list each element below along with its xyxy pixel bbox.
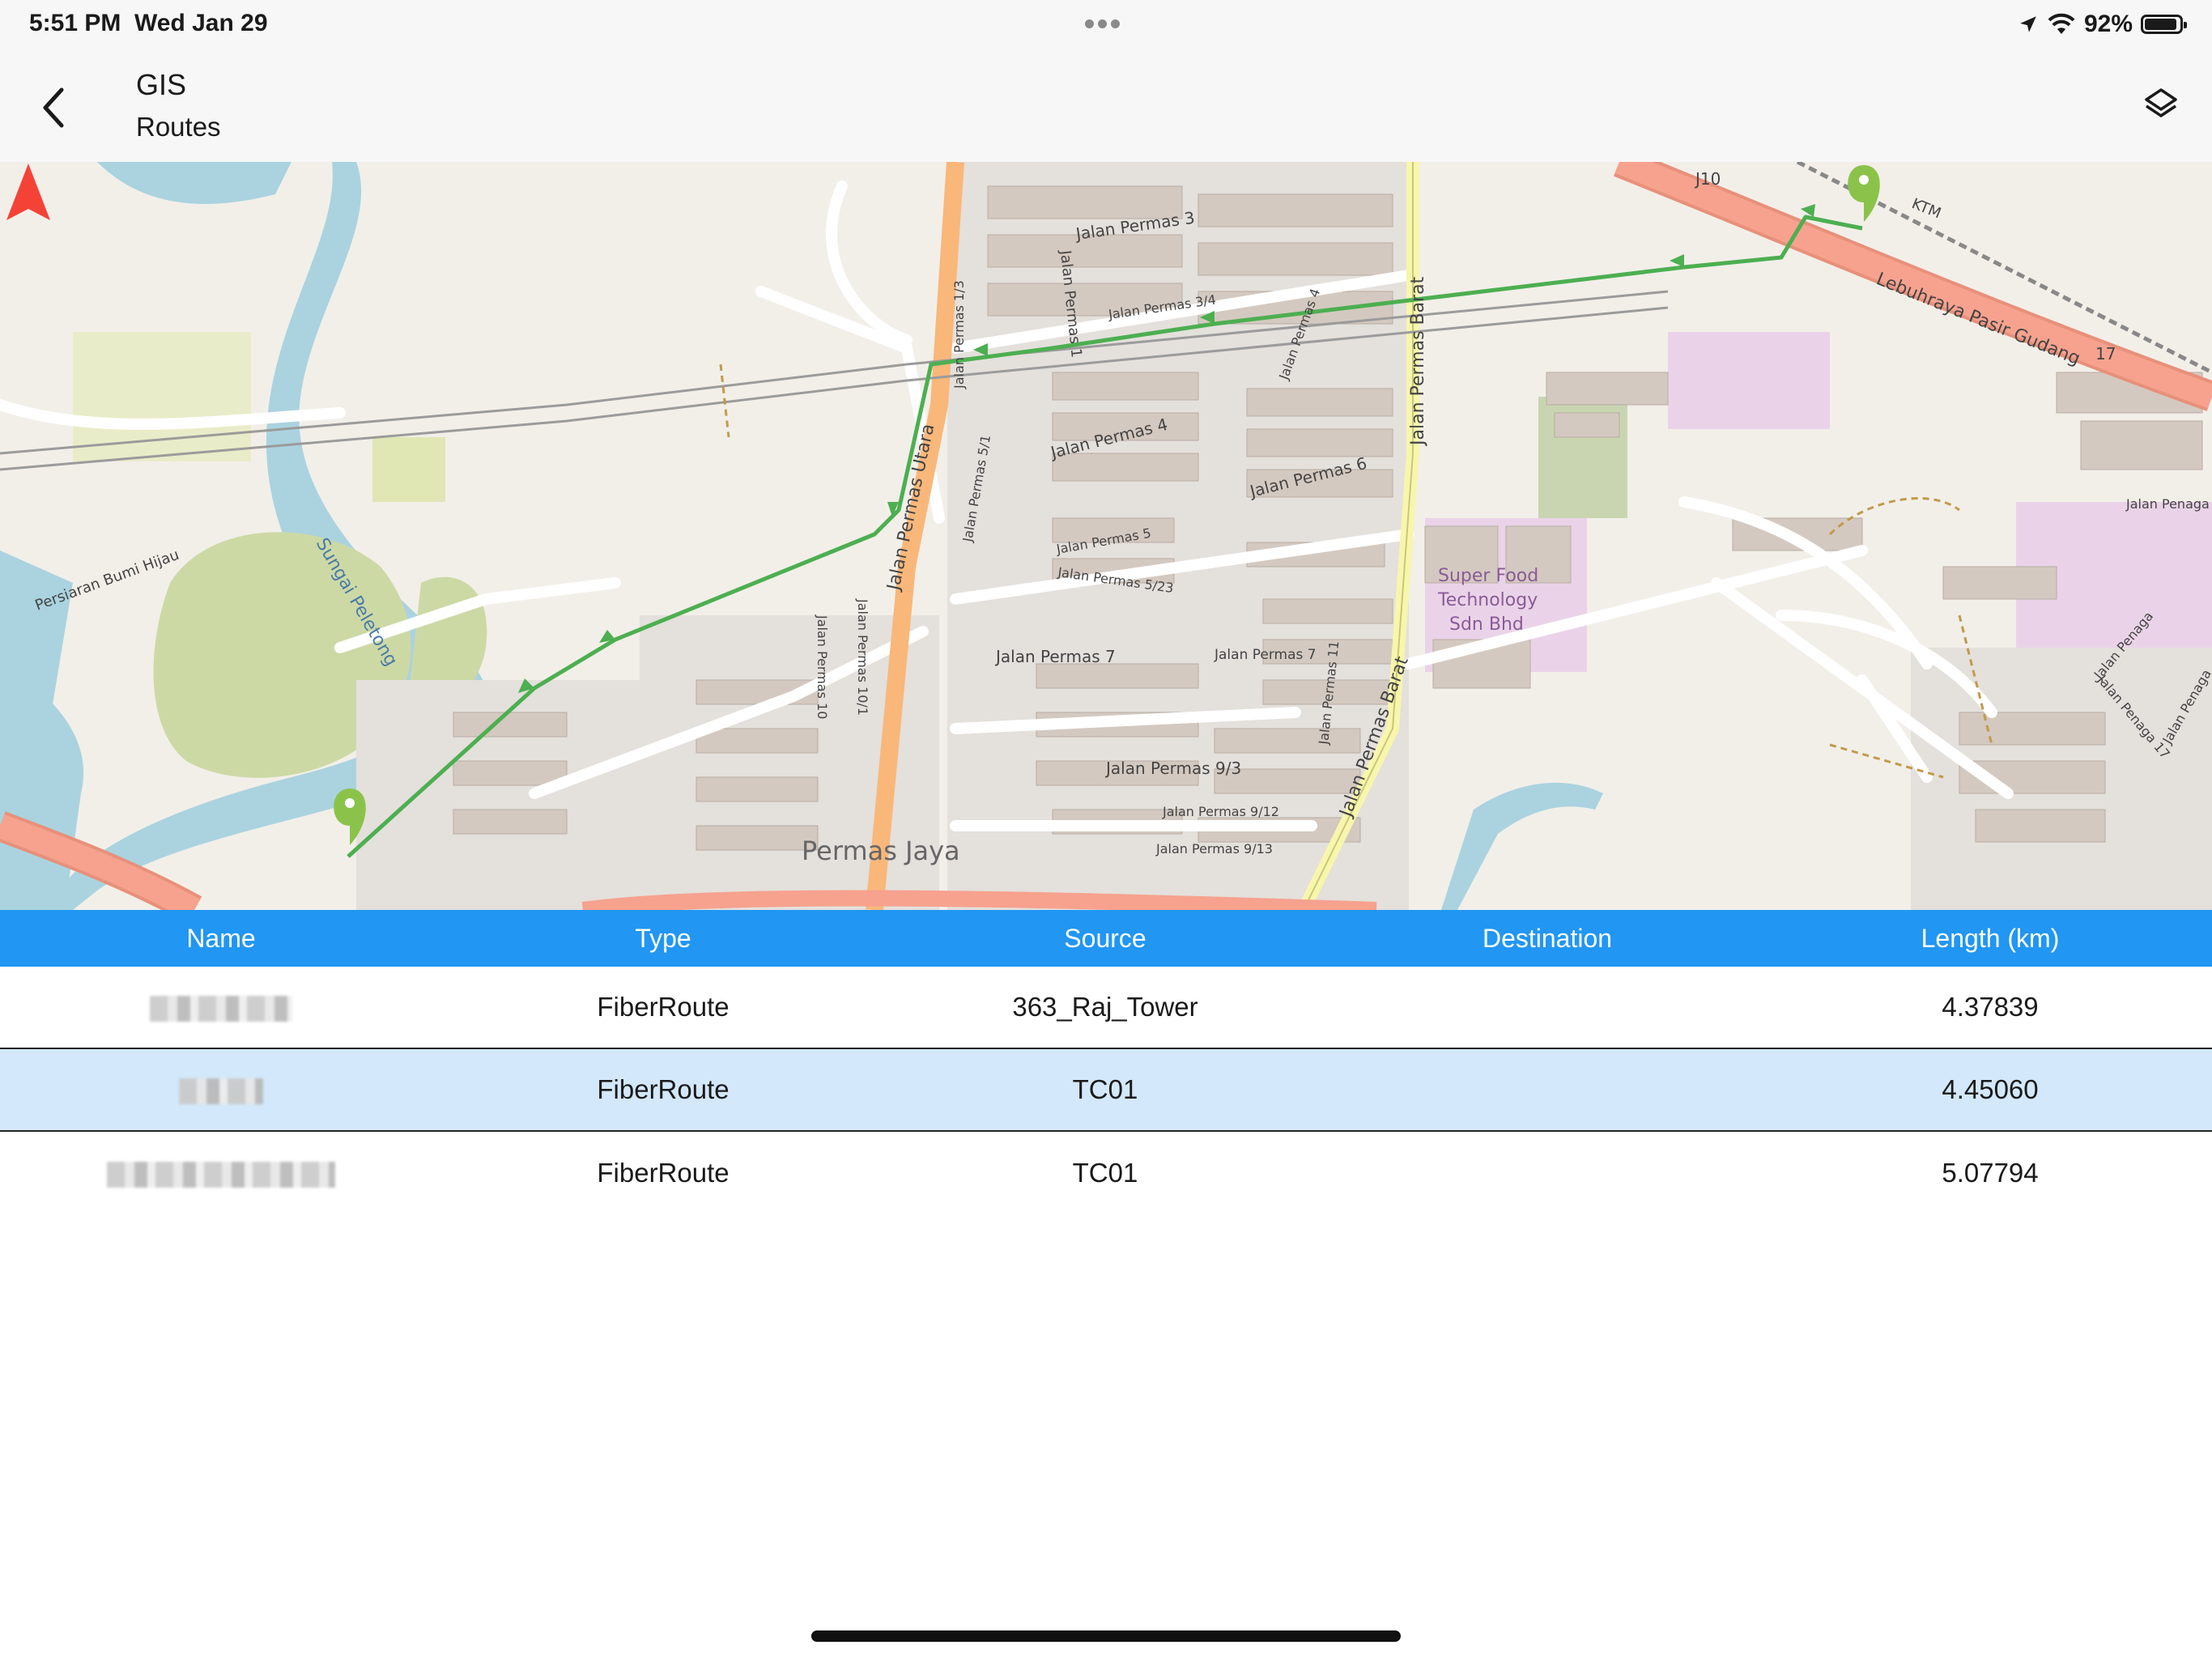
cell-type: FiberRoute xyxy=(597,992,730,1022)
page-title: GIS xyxy=(136,68,187,101)
table-row[interactable]: FiberRoute TC01 4.45060 xyxy=(0,1049,2212,1132)
map-label-p13: Jalan Permas 1/3 xyxy=(951,280,967,389)
map-label-j10: J10 xyxy=(1694,169,1721,189)
wifi-icon xyxy=(2048,13,2075,34)
column-header-type[interactable]: Type xyxy=(442,924,884,954)
home-indicator[interactable] xyxy=(811,1630,1401,1642)
map-label-ktm: KTM xyxy=(1909,195,1943,222)
table-row[interactable]: FiberRoute TC01 5.07794 xyxy=(0,1132,2212,1214)
map-label-penaga-1: Jalan Penaga xyxy=(2125,496,2210,512)
cell-name xyxy=(0,1074,442,1105)
column-header-destination[interactable]: Destination xyxy=(1326,924,1768,954)
status-date: Wed Jan 29 xyxy=(134,10,268,36)
map-label-superfood-2: Technology xyxy=(1437,590,1538,610)
cell-name xyxy=(0,992,442,1022)
redacted-name xyxy=(107,1162,335,1188)
map-label-p7a: Jalan Permas 7 xyxy=(994,647,1116,666)
map-view[interactable]: Permas Jaya Sungai Peletong Persiaran Bu… xyxy=(0,162,2212,910)
layers-button[interactable] xyxy=(2133,76,2189,133)
cell-name xyxy=(0,1158,442,1188)
map-label-superfood-1: Super Food xyxy=(1438,566,1538,586)
back-button[interactable] xyxy=(29,79,78,136)
map-label-p912: Jalan Permas 9/12 xyxy=(1162,804,1279,819)
routes-table: Name Type Source Destination Length (km)… xyxy=(0,910,2212,1214)
status-indicators: 92% xyxy=(2018,8,2187,40)
cell-type: FiberRoute xyxy=(597,1158,730,1188)
map-label-p93: Jalan Permas 9/3 xyxy=(1104,759,1241,778)
cell-source: 363_Raj_Tower xyxy=(1012,992,1198,1022)
cell-length: 4.45060 xyxy=(1942,1074,2039,1104)
map-label-p7b: Jalan Permas 7 xyxy=(1214,647,1317,663)
north-arrow-icon[interactable] xyxy=(0,162,57,223)
map-label-barat-1: Jalan Permas Barat xyxy=(1408,276,1428,447)
map-label-r17: 17 xyxy=(2095,344,2116,363)
column-header-length[interactable]: Length (km) xyxy=(1768,924,2212,954)
battery-percent: 92% xyxy=(2083,11,2133,37)
page-subtitle: Routes xyxy=(136,112,221,142)
back-chevron-icon xyxy=(43,87,64,128)
map-label-superfood-3: Sdn Bhd xyxy=(1449,614,1524,635)
cell-length: 4.37839 xyxy=(1942,992,2039,1022)
nav-header: GIS Routes xyxy=(0,50,2212,162)
location-arrow-icon xyxy=(2020,16,2036,32)
status-time: 5:51 PM xyxy=(29,10,121,36)
map-label-p913: Jalan Permas 9/13 xyxy=(1155,841,1273,857)
column-header-source[interactable]: Source xyxy=(884,924,1326,954)
cell-type: FiberRoute xyxy=(597,1074,730,1104)
cell-length: 5.07794 xyxy=(1942,1158,2039,1188)
battery-icon xyxy=(2141,15,2187,34)
status-bar: 5:51 PM Wed Jan 29 92% xyxy=(0,0,2212,50)
redacted-name xyxy=(150,996,292,1022)
map-label-p10: Jalan Permas 10 xyxy=(815,614,830,719)
multitasking-dots-icon[interactable] xyxy=(1085,18,1127,28)
map-label-p101: Jalan Permas 10/1 xyxy=(855,598,870,716)
layers-icon xyxy=(2145,88,2177,117)
redacted-name xyxy=(179,1078,263,1105)
map-label-permas-jaya: Permas Jaya xyxy=(802,835,960,866)
map-label-lebuhraya: Lebuhraya Pasir Gudang xyxy=(1874,269,2083,369)
cell-source: TC01 xyxy=(1072,1074,1138,1104)
map-pin-icon[interactable] xyxy=(1848,165,1880,222)
cell-source: TC01 xyxy=(1072,1158,1138,1188)
column-header-name[interactable]: Name xyxy=(0,924,442,954)
table-header: Name Type Source Destination Length (km) xyxy=(0,910,2212,967)
table-row[interactable]: FiberRoute 363_Raj_Tower 4.37839 xyxy=(0,967,2212,1049)
